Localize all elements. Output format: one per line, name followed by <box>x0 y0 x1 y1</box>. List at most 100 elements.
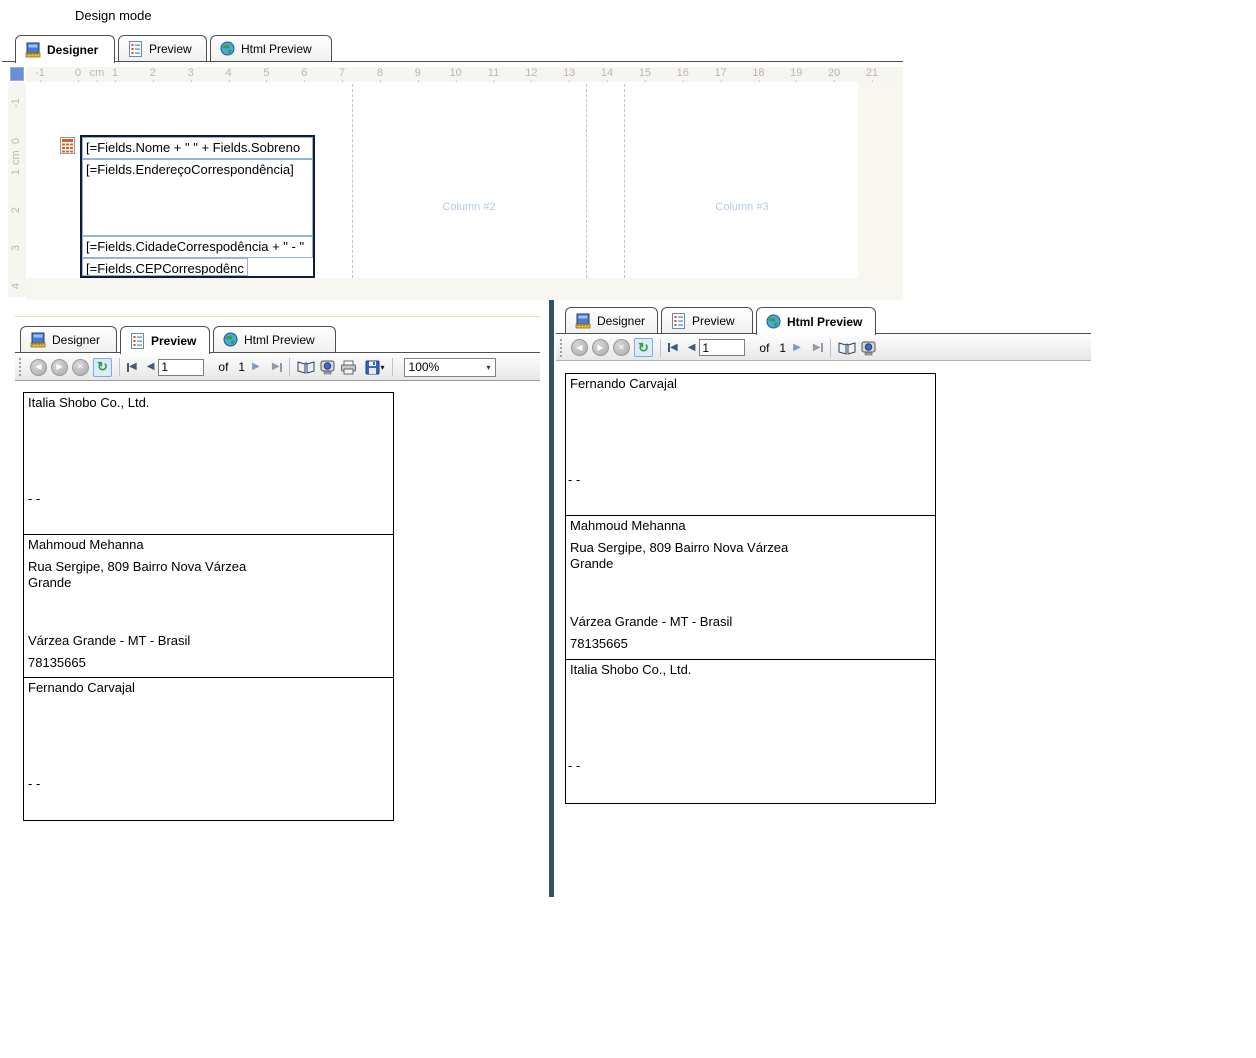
ruler-label: 20 <box>828 67 841 83</box>
tab-label: Designer <box>597 313 646 328</box>
toolbar-separator <box>288 358 290 376</box>
label-name: Mahmoud Mehanna <box>28 537 144 552</box>
ruler-label: 1 <box>10 168 22 176</box>
print-layout-button[interactable] <box>297 360 315 374</box>
back-icon: ◀ <box>35 362 42 371</box>
panel-splitter[interactable] <box>549 300 554 897</box>
last-page-button[interactable]: ▶ <box>272 362 282 372</box>
ruler-label: 2 <box>10 206 22 213</box>
back-button[interactable]: ◀ <box>30 358 47 376</box>
horizontal-ruler: -1 0 cm 1 2 3 4 5 6 7 8 9 10 11 12 13 14 15 16 17 18 19 20 21 <box>26 67 903 83</box>
tab-designer[interactable]: Designer <box>15 35 115 63</box>
next-page-button[interactable]: ▶ <box>252 362 260 372</box>
toolbar-grip[interactable] <box>19 358 24 376</box>
page-number-input[interactable] <box>699 339 746 356</box>
ruler-label: cm <box>89 67 105 83</box>
previous-page-button[interactable]: ◀ <box>688 342 696 353</box>
next-page-icon: ▶ <box>793 341 801 353</box>
label-city: Várzea Grande - MT - Brasil <box>28 633 191 648</box>
tab-label: Preview <box>692 313 735 328</box>
designer-icon <box>30 332 46 347</box>
refresh-button[interactable]: ↻ <box>93 357 112 377</box>
ruler-label: 0 <box>74 67 82 83</box>
tab-html-preview[interactable]: Html Preview <box>210 35 332 61</box>
ruler-label: 6 <box>301 67 308 83</box>
column2-label: Column #2 <box>442 201 496 213</box>
tab-label: Preview <box>149 41 192 56</box>
address-label-block: Italia Shobo Co., Ltd. - - <box>565 659 936 804</box>
stop-button[interactable]: ✕ <box>613 339 630 356</box>
canvas-margin-bottom <box>26 278 858 300</box>
ruler-label: 5 <box>263 67 270 83</box>
tab-html-preview[interactable]: Html Preview <box>213 326 336 352</box>
forward-button[interactable]: ▶ <box>51 358 68 376</box>
refresh-icon: ↻ <box>638 339 649 355</box>
combo-arrow-icon: ▾ <box>486 362 491 372</box>
label-table-container[interactable]: [=Fields.Nome + " " + Fields.Sobreno [=F… <box>80 135 315 278</box>
toolbar-separator <box>391 358 393 376</box>
print-button[interactable] <box>340 360 357 375</box>
report-designer-screen: Design mode Designer Preview Html Previe… <box>0 0 1256 1058</box>
tab-preview[interactable]: Preview <box>118 35 207 61</box>
back-icon: ◀ <box>576 342 583 352</box>
print-layout-icon <box>838 341 856 355</box>
tab-label: Html Preview <box>244 332 315 347</box>
label-cep: 78135665 <box>570 636 628 651</box>
vertical-ruler: -1 0 cm 1 2 3 4 <box>8 82 26 297</box>
city-expression-textbox[interactable]: [=Fields.CidadeCorrespodência + " - " <box>82 236 313 258</box>
next-page-icon: ▶ <box>252 361 260 372</box>
canvas-margin-right <box>858 82 903 300</box>
first-page-button[interactable]: ◀ <box>127 362 137 372</box>
globe-icon <box>220 41 235 56</box>
tabstrip-border <box>2 61 903 62</box>
ruler-label: 16 <box>676 67 689 83</box>
previous-page-button[interactable]: ◀ <box>147 362 155 372</box>
tab-preview[interactable]: Preview <box>661 307 753 333</box>
page-count-label: 1 <box>238 360 246 374</box>
page-setup-button[interactable] <box>860 340 877 356</box>
html-preview-toolbar: ◀ ▶ ✕ ↻ ◀ ◀ of 1 ▶ ▶ <box>556 335 1091 361</box>
label-city: Várzea Grande - MT - Brasil <box>570 614 733 629</box>
tab-label: Html Preview <box>241 41 312 56</box>
address-expression-textbox[interactable]: [=Fields.EndereçoCorrespondência] <box>82 159 313 236</box>
last-page-icon: ▶ <box>812 341 821 353</box>
ruler-label: 11 <box>487 67 500 83</box>
tab-designer[interactable]: Designer <box>565 307 658 333</box>
cep-expression-textbox[interactable]: [=Fields.CEPCorrespodênc <box>82 258 248 276</box>
back-button[interactable]: ◀ <box>571 339 588 356</box>
page-number-input[interactable] <box>158 358 205 376</box>
zoom-select[interactable]: 100% ▾ <box>403 357 496 377</box>
export-save-button[interactable]: ▾ <box>365 360 385 375</box>
forward-button[interactable]: ▶ <box>592 339 609 356</box>
page-setup-button[interactable] <box>319 359 336 375</box>
ruler-label: 4 <box>10 282 22 289</box>
globe-icon <box>223 332 238 347</box>
label-name: Italia Shobo Co., Ltd. <box>28 395 150 410</box>
forward-icon: ▶ <box>597 342 604 352</box>
tab-preview[interactable]: Preview <box>120 326 210 354</box>
last-page-button[interactable]: ▶ <box>812 341 823 353</box>
save-icon <box>365 360 380 374</box>
tab-html-preview[interactable]: Html Preview <box>756 307 876 335</box>
refresh-button[interactable]: ↻ <box>634 338 653 357</box>
designer-icon <box>25 42 41 57</box>
preview-toolbar: ◀ ▶ ✕ ↻ ◀ ◀ of 1 ▶ ▶ <box>15 354 540 381</box>
print-layout-button[interactable] <box>838 341 856 355</box>
toolbar-separator <box>660 338 661 357</box>
ruler-label: -1 <box>35 67 45 83</box>
ruler-label: 10 <box>449 67 462 83</box>
toolbar-grip[interactable] <box>560 338 565 357</box>
tab-designer[interactable]: Designer <box>20 326 117 352</box>
next-page-button[interactable]: ▶ <box>793 341 801 353</box>
ruler-label: 7 <box>339 67 346 83</box>
previous-page-icon: ◀ <box>146 361 155 372</box>
first-page-button[interactable]: ◀ <box>668 342 678 353</box>
table-icon[interactable] <box>60 137 75 154</box>
name-expression-textbox[interactable]: [=Fields.Nome + " " + Fields.Sobreno <box>82 137 313 159</box>
page-count-label: 1 <box>779 340 787 355</box>
page-setup-icon <box>861 341 876 355</box>
tab-label: Html Preview <box>787 314 863 329</box>
print-layout-icon <box>297 361 315 374</box>
of-label: of <box>218 360 229 374</box>
stop-button[interactable]: ✕ <box>72 358 89 376</box>
